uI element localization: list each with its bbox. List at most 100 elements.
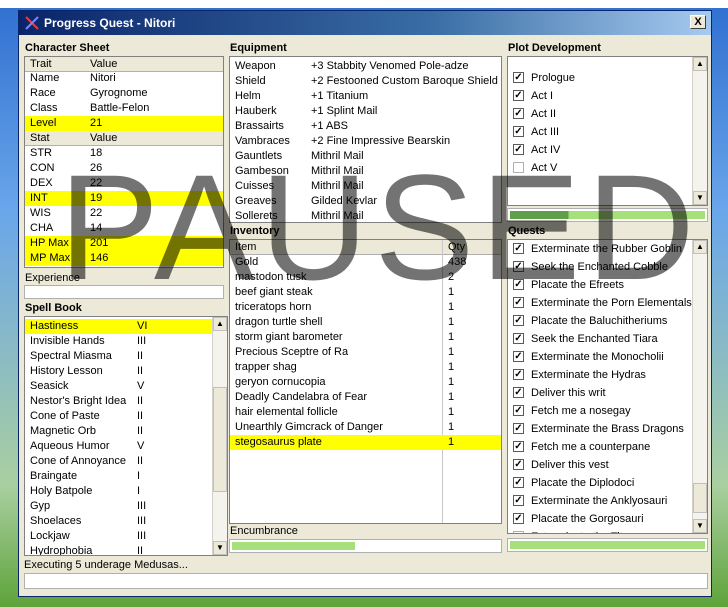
- plot-panel[interactable]: ✓ Prologue ✓ Act I ✓ Act II ✓ Act III ✓ Act IV Act…: [507, 56, 708, 206]
- inventory-row[interactable]: storm giant barometer 1: [230, 330, 501, 345]
- quests-scrollbar[interactable]: ▲ ▼: [692, 240, 707, 533]
- quest-item[interactable]: Exterminate the Titans: [508, 530, 707, 533]
- checkbox-icon[interactable]: ✓: [513, 423, 524, 434]
- quest-item[interactable]: ✓ Placate the Diplodoci: [508, 476, 707, 491]
- scrollbar-thumb[interactable]: [693, 483, 707, 513]
- equipment-row[interactable]: Weapon +3 Stabbity Venomed Pole-adze: [230, 59, 501, 74]
- checkbox-icon[interactable]: ✓: [513, 243, 524, 254]
- inventory-row[interactable]: Unearthly Gimcrack of Danger 1: [230, 420, 501, 435]
- act-item[interactable]: ✓ Prologue: [508, 71, 707, 86]
- inventory-row[interactable]: triceratops horn 1: [230, 300, 501, 315]
- equipment-row[interactable]: Gambeson Mithril Mail: [230, 164, 501, 179]
- scrollbar-thumb[interactable]: [213, 387, 227, 492]
- checkbox-icon[interactable]: ✓: [513, 387, 524, 398]
- checkbox-icon[interactable]: ✓: [513, 459, 524, 470]
- spell-row[interactable]: Cone of Annoyance II: [25, 454, 227, 469]
- quest-item[interactable]: ✓ Seek the Enchanted Tiara: [508, 332, 707, 347]
- checkbox-icon[interactable]: ✓: [513, 72, 524, 83]
- inventory-row[interactable]: mastodon tusk 2: [230, 270, 501, 285]
- spell-row[interactable]: Gyp III: [25, 499, 227, 514]
- stat-row[interactable]: STR 18: [25, 146, 223, 161]
- equipment-row[interactable]: Brassairts +1 ABS: [230, 119, 501, 134]
- checkbox-icon[interactable]: ✓: [513, 261, 524, 272]
- character-sheet-panel[interactable]: Trait Value Name Nitori Race Gyrognome Class…: [24, 56, 224, 268]
- quest-item[interactable]: ✓ Placate the Efreets: [508, 278, 707, 293]
- checkbox-icon[interactable]: ✓: [513, 333, 524, 344]
- quest-item[interactable]: ✓ Exterminate the Hydras: [508, 368, 707, 383]
- spell-row[interactable]: Spectral Miasma II: [25, 349, 227, 364]
- spell-row[interactable]: Nestor's Bright Idea II: [25, 394, 227, 409]
- act-item[interactable]: ✓ Act II: [508, 107, 707, 122]
- quest-item[interactable]: ✓ Fetch me a counterpane: [508, 440, 707, 455]
- quest-item[interactable]: ✓ Exterminate the Anklyosauri: [508, 494, 707, 509]
- quest-item[interactable]: ✓ Deliver this writ: [508, 386, 707, 401]
- checkbox-icon[interactable]: ✓: [513, 369, 524, 380]
- quest-item[interactable]: ✓ Placate the Gorgosauri: [508, 512, 707, 527]
- trait-row[interactable]: Class Battle-Felon: [25, 101, 223, 116]
- checkbox-icon[interactable]: [513, 162, 524, 173]
- spell-book-scrollbar[interactable]: ▲ ▼: [212, 317, 227, 555]
- inventory-row[interactable]: geryon cornucopia 1: [230, 375, 501, 390]
- equipment-row[interactable]: Gauntlets Mithril Mail: [230, 149, 501, 164]
- equipment-row[interactable]: Shield +2 Festooned Custom Baroque Shield: [230, 74, 501, 89]
- stat-row[interactable]: MP Max 146: [25, 251, 223, 266]
- quest-item[interactable]: ✓ Exterminate the Brass Dragons: [508, 422, 707, 437]
- act-item[interactable]: ✓ Act I: [508, 89, 707, 104]
- equipment-panel[interactable]: Weapon +3 Stabbity Venomed Pole-adze Shiel…: [229, 56, 502, 223]
- checkbox-icon[interactable]: ✓: [513, 126, 524, 137]
- stat-row[interactable]: HP Max 201: [25, 236, 223, 251]
- stat-row[interactable]: CHA 14: [25, 221, 223, 236]
- trait-row[interactable]: Name Nitori: [25, 71, 223, 86]
- spell-row[interactable]: Holy Batpole I: [25, 484, 227, 499]
- spell-row[interactable]: Cone of Paste II: [25, 409, 227, 424]
- quest-item[interactable]: ✓ Seek the Enchanted Cobble: [508, 260, 707, 275]
- spell-row[interactable]: History Lesson II: [25, 364, 227, 379]
- close-button[interactable]: X: [690, 15, 706, 29]
- spell-row[interactable]: Hydrophobia II: [25, 544, 227, 555]
- inventory-panel[interactable]: Item Qty Gold 438 mastodon tusk 2 beef giant…: [229, 239, 502, 524]
- spell-row[interactable]: Magnetic Orb II: [25, 424, 227, 439]
- checkbox-icon[interactable]: ✓: [513, 297, 524, 308]
- quest-item[interactable]: ✓ Placate the Baluchitheriums: [508, 314, 707, 329]
- equipment-row[interactable]: Cuisses Mithril Mail: [230, 179, 501, 194]
- scroll-down-arrow-icon[interactable]: ▼: [693, 519, 707, 533]
- checkbox-icon[interactable]: ✓: [513, 351, 524, 362]
- spell-row[interactable]: Seasick V: [25, 379, 227, 394]
- act-item[interactable]: Act V: [508, 161, 707, 176]
- inventory-row[interactable]: Gold 438: [230, 255, 501, 270]
- inventory-row[interactable]: trapper shag 1: [230, 360, 501, 375]
- stat-row[interactable]: WIS 22: [25, 206, 223, 221]
- quest-item[interactable]: ✓ Exterminate the Monocholii: [508, 350, 707, 365]
- stat-row[interactable]: INT 19: [25, 191, 223, 206]
- scroll-up-arrow-icon[interactable]: ▲: [693, 240, 707, 254]
- checkbox-icon[interactable]: [513, 531, 524, 533]
- checkbox-icon[interactable]: ✓: [513, 495, 524, 506]
- checkbox-icon[interactable]: ✓: [513, 405, 524, 416]
- quest-item[interactable]: ✓ Deliver this vest: [508, 458, 707, 473]
- equipment-row[interactable]: Vambraces +2 Fine Impressive Bearskin: [230, 134, 501, 149]
- scroll-up-arrow-icon[interactable]: ▲: [693, 57, 707, 71]
- inventory-row[interactable]: beef giant steak 1: [230, 285, 501, 300]
- inventory-row[interactable]: Deadly Candelabra of Fear 1: [230, 390, 501, 405]
- checkbox-icon[interactable]: ✓: [513, 90, 524, 101]
- spell-row[interactable]: Invisible Hands III: [25, 334, 227, 349]
- act-item[interactable]: ✓ Act IV: [508, 143, 707, 158]
- spell-book-panel[interactable]: Hastiness VI Invisible Hands III Spectral Mi…: [24, 316, 228, 556]
- spell-row[interactable]: Hastiness VI: [25, 319, 227, 334]
- trait-row[interactable]: Race Gyrognome: [25, 86, 223, 101]
- plot-scrollbar[interactable]: ▲ ▼: [692, 57, 707, 205]
- checkbox-icon[interactable]: ✓: [513, 477, 524, 488]
- quest-item[interactable]: ✓ Fetch me a nosegay: [508, 404, 707, 419]
- quest-item[interactable]: ✓ Exterminate the Rubber Goblin: [508, 242, 707, 257]
- checkbox-icon[interactable]: ✓: [513, 315, 524, 326]
- trait-row[interactable]: Level 21: [25, 116, 223, 131]
- quests-panel[interactable]: ✓ Exterminate the Rubber Goblin ✓ Seek the …: [507, 239, 708, 534]
- equipment-row[interactable]: Hauberk +1 Splint Mail: [230, 104, 501, 119]
- title-bar[interactable]: Progress Quest - Nitori X: [19, 11, 711, 35]
- spell-row[interactable]: Shoelaces III: [25, 514, 227, 529]
- scroll-up-arrow-icon[interactable]: ▲: [213, 317, 227, 331]
- equipment-row[interactable]: Helm +1 Titanium: [230, 89, 501, 104]
- stat-row[interactable]: DEX 22: [25, 176, 223, 191]
- checkbox-icon[interactable]: ✓: [513, 144, 524, 155]
- spell-row[interactable]: Aqueous Humor V: [25, 439, 227, 454]
